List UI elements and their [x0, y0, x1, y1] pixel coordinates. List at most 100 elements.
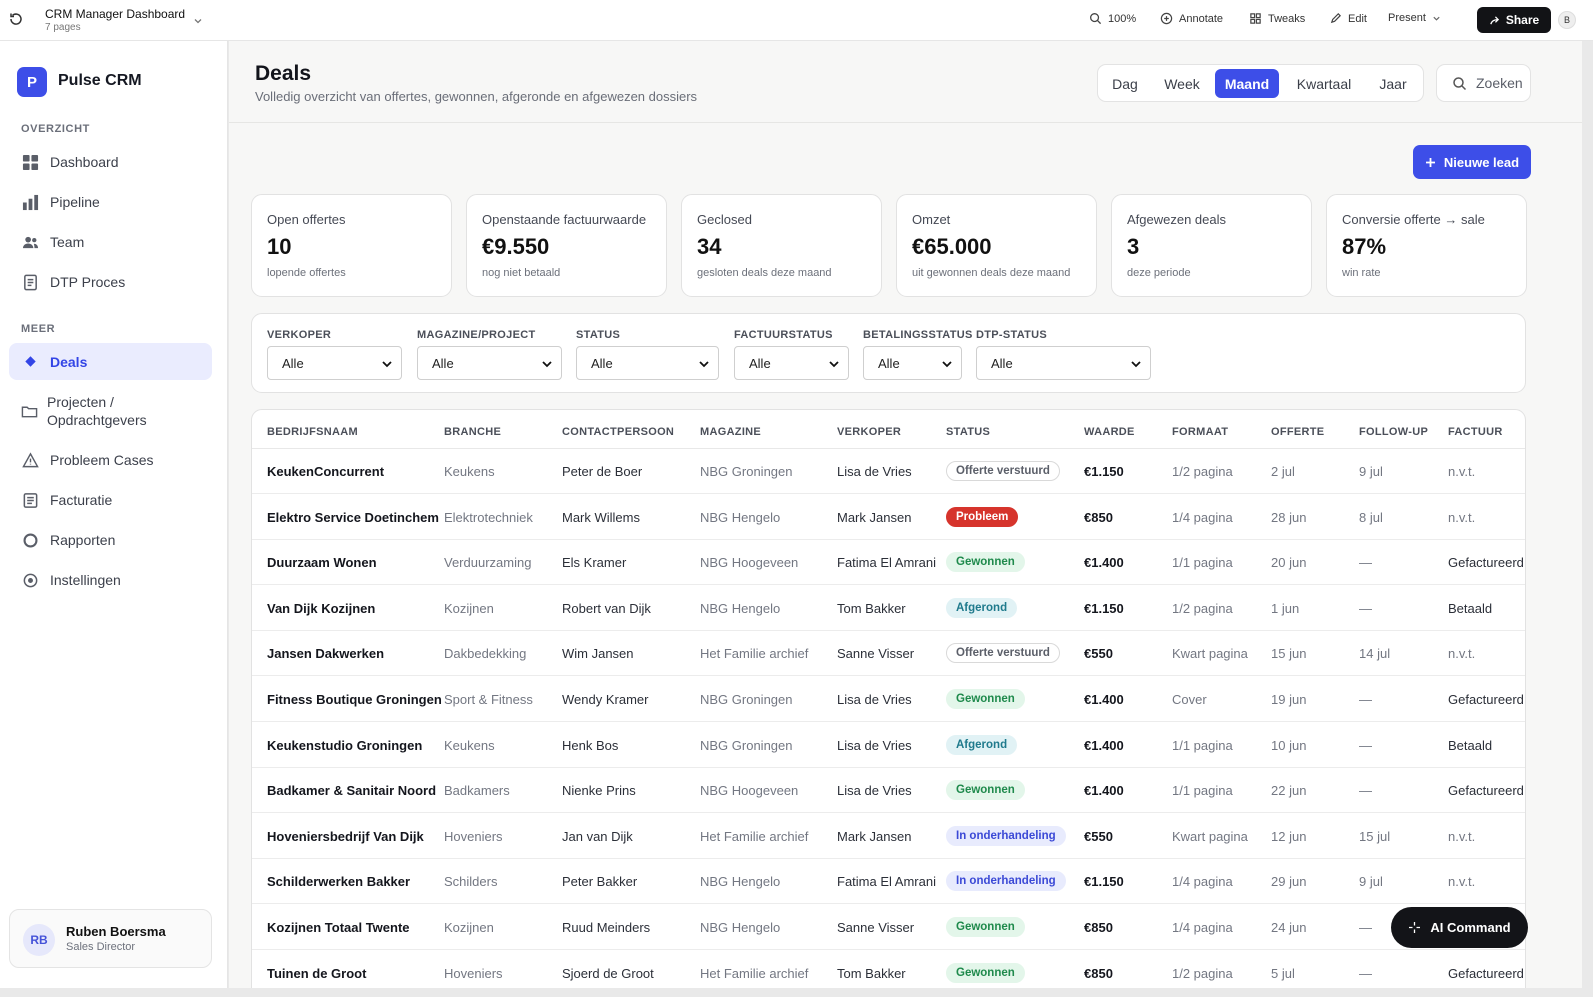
table-row[interactable]: Van Dijk Kozijnen Kozijnen Robert van Dijk…: [252, 586, 1525, 631]
table-row[interactable]: Tuinen de Groot Hoveniers Sjoerd de Groot H…: [252, 951, 1525, 988]
factuur-cell: Gefactureerd: [1448, 692, 1524, 707]
ai-command-label: AI Command: [1430, 920, 1511, 935]
company-cell: Schilderwerken Bakker: [267, 874, 411, 890]
magazine-cell: Het Familie archief: [700, 646, 809, 662]
column-header-status[interactable]: STATUS: [946, 426, 990, 438]
status-badge: Gewonnen: [946, 689, 1025, 709]
contact-cell: Ruud Meinders: [562, 920, 651, 935]
chevron-down-icon: [942, 361, 952, 368]
branche-cell: Hoveniers: [444, 965, 503, 981]
document-icon: [21, 273, 39, 291]
period-button-maand[interactable]: Maand: [1215, 69, 1279, 98]
chevron-down-icon[interactable]: [193, 13, 203, 24]
present-button[interactable]: Present: [1388, 12, 1441, 24]
filter-select-factuurstatus[interactable]: Alle: [734, 346, 849, 380]
waarde-cell: €550: [1084, 646, 1113, 662]
waarde-cell: €1.400: [1084, 692, 1124, 707]
filter-value: Alle: [878, 355, 900, 371]
search-button[interactable]: Zoeken: [1436, 64, 1531, 102]
sidebar-item-rapporten[interactable]: Rapporten: [9, 522, 212, 558]
annotate-button[interactable]: Annotate: [1160, 12, 1223, 25]
chevron-down-icon: [699, 361, 709, 368]
main-content: Deals Volledig overzicht van offertes, g…: [229, 41, 1582, 988]
filter-select-magazine[interactable]: Alle: [417, 346, 562, 380]
reload-icon[interactable]: [8, 11, 24, 27]
period-button-dag[interactable]: Dag: [1102, 69, 1148, 98]
column-header-magazine[interactable]: MAGAZINE: [700, 426, 761, 438]
magazine-cell: NBG Hengelo: [700, 920, 781, 935]
verkoper-cell: Tom Bakker: [837, 600, 906, 616]
column-header-factuur[interactable]: FACTUUR: [1448, 426, 1503, 438]
user-name: Ruben Boersma: [66, 924, 166, 939]
sidebar-item-team[interactable]: Team: [9, 224, 212, 260]
sidebar-item-facturatie[interactable]: Facturatie: [9, 482, 212, 518]
table-row[interactable]: Elektro Service Doetinchem Elektrotechnie…: [252, 495, 1525, 540]
kpi-label: Conversie offerte → sale: [1342, 212, 1485, 227]
sidebar-item-probleem-cases[interactable]: Probleem Cases: [9, 442, 212, 478]
sidebar-item-instellingen[interactable]: Instellingen: [9, 562, 212, 598]
sidebar-item-dashboard[interactable]: Dashboard: [9, 144, 212, 180]
offerte-date-cell: 1 jun: [1271, 600, 1300, 616]
filter-select-status[interactable]: Alle: [576, 346, 719, 380]
sidebar-item-deals[interactable]: Deals: [9, 343, 212, 380]
company-cell: Hoveniersbedrijf Van Dijk: [267, 828, 424, 844]
table-row[interactable]: Duurzaam Wonen Verduurzaming Els Kramer NBG…: [252, 540, 1525, 586]
column-header-verkoper[interactable]: VERKOPER: [837, 426, 901, 438]
follow-up-cell: 14 jul: [1359, 646, 1391, 662]
table-row[interactable]: KeukenConcurrent Keukens Peter de Boer NBG …: [252, 449, 1525, 494]
column-header-follow-up[interactable]: FOLLOW-UP: [1359, 426, 1428, 438]
filter-select-verkoper[interactable]: Alle: [267, 346, 402, 380]
column-header-offerte[interactable]: OFFERTE: [1271, 426, 1324, 438]
column-header-branche[interactable]: BRANCHE: [444, 426, 501, 438]
column-header-bedrijfsnaam[interactable]: BEDRIJFSNAAM: [267, 426, 358, 438]
new-lead-button[interactable]: Nieuwe lead: [1413, 145, 1531, 179]
deals-table: BEDRIJFSNAAM BRANCHE CONTACTPERSOON MAGA…: [251, 409, 1526, 988]
waarde-cell: €1.400: [1084, 737, 1124, 753]
sidebar-item-label: DTP Proces: [50, 274, 126, 290]
period-button-week[interactable]: Week: [1154, 69, 1210, 98]
sidebar-item-pipeline[interactable]: Pipeline: [9, 184, 212, 220]
table-row[interactable]: Badkamer & Sanitair Noord Badkamers Nienke…: [252, 768, 1525, 814]
company-cell: Jansen Dakwerken: [267, 646, 385, 662]
offerte-date-cell: 15 jun: [1271, 646, 1307, 662]
verkoper-cell: Fatima El Amrani: [837, 874, 936, 890]
sidebar-item-dtp-proces[interactable]: DTP Proces: [9, 264, 212, 300]
kpi-value: €9.550: [482, 234, 550, 259]
plus-icon: [1425, 157, 1435, 167]
status-badge: Offerte verstuurd: [946, 643, 1060, 664]
table-row[interactable]: Fitness Boutique Groningen Sport & Fitnes…: [252, 677, 1525, 722]
user-card[interactable]: RB Ruben Boersma Sales Director: [9, 909, 212, 968]
table-row[interactable]: Schilderwerken Bakker Schilders Peter Bakk…: [252, 859, 1525, 905]
page-title: Deals: [255, 62, 312, 85]
period-button-kwartaal[interactable]: Kwartaal: [1284, 69, 1364, 98]
branche-cell: Sport & Fitness: [444, 692, 533, 707]
formaat-cell: 1/4 pagina: [1172, 920, 1233, 935]
offerte-date-cell: 10 jun: [1271, 737, 1307, 753]
table-row[interactable]: Jansen Dakwerken Dakbedekking Wim Jansen He…: [252, 631, 1525, 677]
period-button-jaar[interactable]: Jaar: [1368, 69, 1418, 98]
share-button[interactable]: Share: [1477, 7, 1551, 33]
filter-select-dtp-status[interactable]: Alle: [976, 346, 1151, 380]
search-icon: [1453, 76, 1467, 90]
zoom-control[interactable]: 100%: [1089, 12, 1136, 25]
column-header-waarde[interactable]: WAARDE: [1084, 426, 1135, 438]
verkoper-cell: Sanne Visser: [837, 646, 915, 662]
tweaks-button[interactable]: Tweaks: [1249, 12, 1305, 25]
table-row[interactable]: Keukenstudio Groningen Keukens Henk Bos NBG…: [252, 723, 1525, 768]
column-header-formaat[interactable]: FORMAAT: [1172, 426, 1228, 438]
offerte-date-cell: 29 jun: [1271, 874, 1307, 890]
avatar: RB: [23, 924, 55, 956]
company-cell: Van Dijk Kozijnen: [267, 600, 376, 616]
table-row[interactable]: Kozijnen Totaal Twente Kozijnen Ruud Meind…: [252, 905, 1525, 950]
edit-button[interactable]: Edit: [1329, 12, 1367, 25]
document-title[interactable]: CRM Manager Dashboard: [45, 7, 185, 21]
table-row[interactable]: Hoveniersbedrijf Van Dijk Hoveniers Jan va…: [252, 814, 1525, 859]
follow-up-cell: —: [1359, 965, 1372, 981]
sidebar-item-label: Team: [50, 234, 85, 250]
sidebar-item-projecten[interactable]: Projecten / Opdrachtgevers: [9, 390, 212, 432]
user-avatar[interactable]: B: [1558, 11, 1576, 29]
column-header-contactpersoon[interactable]: CONTACTPERSOON: [562, 426, 674, 438]
ai-command-button[interactable]: AI Command: [1391, 907, 1528, 948]
follow-up-cell: —: [1359, 600, 1372, 616]
filter-select-betalingsstatus[interactable]: Alle: [863, 346, 962, 380]
